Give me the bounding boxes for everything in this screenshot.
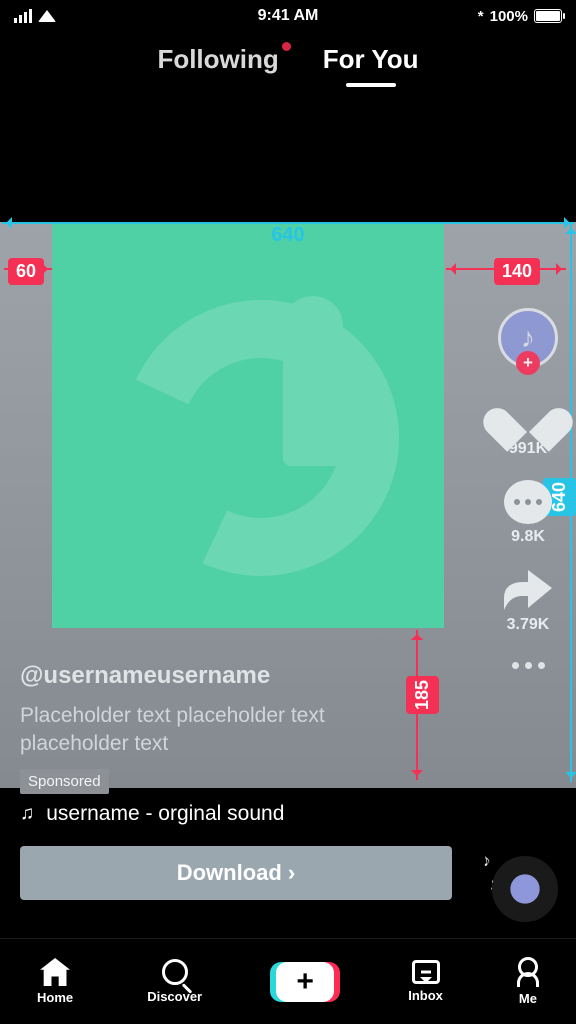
tab-discover-label: Discover [147,989,202,1004]
tab-for-you-label: For You [323,44,419,74]
wifi-icon [38,10,56,22]
video-meta: @usernameusername Placeholder text place… [20,662,406,794]
follow-plus-icon[interactable]: + [516,351,540,375]
margin-right-label: 140 [494,258,540,285]
comment-button[interactable]: 9.8K [504,480,552,546]
share-icon [502,568,554,612]
battery-percent: 100% [490,8,528,25]
margin-bottom-label: 185 [406,676,439,714]
search-icon [162,959,188,985]
margin-left-label: 60 [8,258,44,285]
bluetooth-icon: * [478,8,484,25]
more-button[interactable] [512,662,545,669]
clock: 9:41 AM [258,7,319,25]
status-bar: 9:41 AM * 100% [0,0,576,32]
disc-icon [492,856,558,922]
home-icon [40,958,70,986]
tiktok-note-icon: ♪ [521,322,535,354]
download-label: Download › [177,860,296,886]
comment-icon [504,480,552,524]
tab-inbox[interactable]: Inbox [408,960,443,1003]
action-rail: ♪ + 991K 9.8K 3.79K [492,308,564,669]
ruler-width-label: 640 [271,224,304,247]
tab-following-label: Following [157,44,278,74]
tab-discover[interactable]: Discover [147,959,202,1004]
signal-icon [14,9,32,23]
like-button[interactable]: 991K [503,390,553,458]
create-button[interactable]: + [276,962,334,1002]
plus-icon: + [296,965,314,999]
tab-home[interactable]: Home [37,958,73,1005]
safe-zone [52,222,444,628]
tab-home-label: Home [37,990,73,1005]
active-underline [346,83,396,87]
music-note-icon: ♫ [20,803,34,825]
inbox-icon [412,960,440,984]
heart-icon [503,390,553,436]
share-button[interactable]: 3.79K [502,568,554,634]
username[interactable]: @usernameusername [20,662,406,690]
caption: Placeholder text placeholder text placeh… [20,702,406,759]
tab-me[interactable]: Me [517,957,539,1006]
tab-me-label: Me [519,991,537,1006]
share-count: 3.79K [507,616,550,634]
tiktok-logo-faint-icon [123,306,373,576]
battery-icon [534,9,562,23]
tab-inbox-label: Inbox [408,988,443,1003]
tab-for-you[interactable]: For You [323,44,419,75]
download-button[interactable]: Download › [20,846,452,900]
notification-dot-icon [282,42,291,51]
profile-avatar[interactable]: ♪ + [498,308,558,368]
bottom-strip: ♫ username - orginal sound Download › ♪♫ [0,788,576,938]
feed-tabs: Following For You [0,44,576,75]
tab-following[interactable]: Following [157,44,278,75]
profile-icon [517,957,539,987]
sound-text: username - orginal sound [46,802,284,826]
tab-bar: Home Discover + Inbox Me [0,938,576,1024]
sound-disc[interactable] [492,856,558,922]
sound-row[interactable]: ♫ username - orginal sound [20,802,556,826]
